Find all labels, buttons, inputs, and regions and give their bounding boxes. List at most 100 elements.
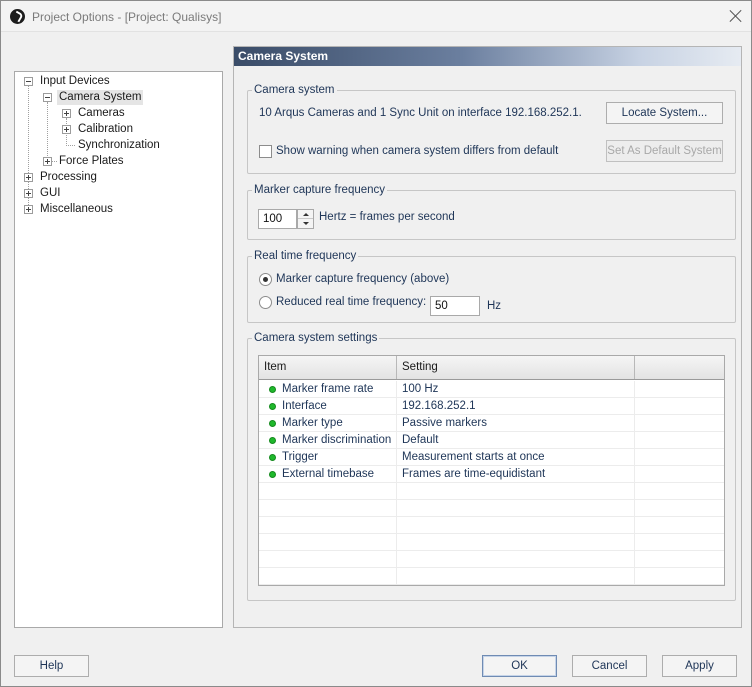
item-label: Marker discrimination (282, 434, 392, 446)
reduced-real-time-frequency-radio-label[interactable]: Reduced real time frequency: (276, 295, 426, 309)
project-options-window: Project Options - [Project: Qualisys] In… (0, 0, 752, 687)
table-row[interactable]: Trigger Measurement starts at once (259, 449, 724, 466)
item-label: Trigger (282, 451, 318, 463)
column-header-empty[interactable] (635, 356, 724, 379)
table-row[interactable]: Interface 192.168.252.1 (259, 398, 724, 415)
expand-icon[interactable] (43, 157, 52, 166)
reduced-frequency-unit: Hz (487, 300, 502, 312)
real-time-frequency-title: Real time frequency (252, 250, 359, 263)
status-ok-icon (269, 471, 276, 478)
expand-icon[interactable] (24, 189, 33, 198)
panel-header: Camera System (234, 47, 741, 66)
cell-extra (635, 398, 724, 415)
cell-setting: 100 Hz (397, 381, 635, 398)
status-ok-icon (269, 437, 276, 444)
table-row[interactable] (259, 500, 724, 517)
locate-system-button[interactable]: Locate System... (606, 102, 723, 124)
table-row[interactable]: Marker type Passive markers (259, 415, 724, 432)
tree-item-synchronization[interactable]: Synchronization (76, 138, 162, 153)
table-row[interactable] (259, 551, 724, 568)
tree-item-label: Cameras (78, 107, 125, 119)
cell-setting (397, 517, 635, 534)
column-header-item[interactable]: Item (259, 356, 397, 379)
collapse-icon[interactable] (43, 93, 52, 102)
cell-item (259, 551, 397, 568)
cell-setting (397, 551, 635, 568)
column-header-setting[interactable]: Setting (397, 356, 635, 379)
camera-system-group-title: Camera system (252, 84, 337, 97)
cell-extra (635, 551, 724, 568)
tree-item-label: Synchronization (78, 139, 160, 151)
show-warning-label[interactable]: Show warning when camera system differs … (276, 144, 558, 158)
cell-item (259, 500, 397, 517)
expand-icon[interactable] (24, 205, 33, 214)
cell-item: Marker frame rate (259, 381, 397, 398)
help-button[interactable]: Help (14, 655, 89, 677)
cell-item (259, 568, 397, 585)
cell-setting (397, 534, 635, 551)
apply-button[interactable]: Apply (662, 655, 737, 677)
table-row[interactable] (259, 483, 724, 500)
expand-icon[interactable] (24, 173, 33, 182)
tree-item-label: Miscellaneous (40, 203, 113, 215)
status-ok-icon (269, 403, 276, 410)
expand-icon[interactable] (62, 109, 71, 118)
marker-capture-frequency-radio-label[interactable]: Marker capture frequency (above) (276, 272, 449, 286)
camera-system-settings-title: Camera system settings (252, 332, 380, 345)
cell-item: External timebase (259, 466, 397, 483)
cell-extra (635, 432, 724, 449)
cell-item (259, 517, 397, 534)
reduced-real-time-frequency-radio[interactable] (259, 296, 272, 309)
expand-icon[interactable] (62, 125, 71, 134)
show-warning-checkbox[interactable] (259, 145, 272, 158)
cell-extra (635, 534, 724, 551)
options-tree[interactable]: Input Devices Camera System Cameras Cali… (14, 71, 223, 628)
table-row[interactable] (259, 568, 724, 585)
tree-item-label: Calibration (78, 123, 133, 135)
cell-extra (635, 415, 724, 432)
table-row[interactable]: External timebase Frames are time-equidis… (259, 466, 724, 483)
table-row[interactable]: Marker frame rate 100 Hz (259, 381, 724, 398)
camera-system-info: 10 Arqus Cameras and 1 Sync Unit on inte… (259, 107, 582, 119)
cell-extra (635, 449, 724, 466)
table-row[interactable]: Marker discrimination Default (259, 432, 724, 449)
spin-down-icon[interactable] (298, 219, 313, 228)
marker-capture-frequency-input[interactable] (258, 209, 297, 229)
settings-table[interactable]: Item Setting Marker frame rate 100 Hz Inte… (258, 355, 725, 586)
frequency-spinner[interactable] (297, 209, 314, 229)
cell-extra (635, 517, 724, 534)
close-icon[interactable] (728, 8, 744, 24)
status-ok-icon (269, 454, 276, 461)
cell-item: Trigger (259, 449, 397, 466)
cell-item: Marker type (259, 415, 397, 432)
item-label: External timebase (282, 468, 375, 480)
ok-button[interactable]: OK (482, 655, 557, 677)
set-as-default-system-button[interactable]: Set As Default System (606, 140, 723, 162)
table-row[interactable] (259, 534, 724, 551)
spin-up-icon[interactable] (298, 210, 313, 219)
table-row[interactable] (259, 517, 724, 534)
cell-item: Marker discrimination (259, 432, 397, 449)
collapse-icon[interactable] (24, 77, 33, 86)
status-ok-icon (269, 386, 276, 393)
cell-setting: Passive markers (397, 415, 635, 432)
marker-capture-frequency-radio[interactable] (259, 273, 272, 286)
tree-item-label: Processing (40, 171, 97, 183)
cell-setting (397, 500, 635, 517)
cell-setting: Measurement starts at once (397, 449, 635, 466)
cell-setting (397, 568, 635, 585)
cell-extra (635, 381, 724, 398)
reduced-frequency-input[interactable] (430, 296, 480, 316)
cell-setting: Default (397, 432, 635, 449)
title-bar: Project Options - [Project: Qualisys] (1, 1, 751, 32)
cell-item: Interface (259, 398, 397, 415)
tree-item-label: Force Plates (59, 155, 124, 167)
item-label: Interface (282, 400, 327, 412)
cell-extra (635, 500, 724, 517)
marker-capture-frequency-title: Marker capture frequency (252, 184, 388, 197)
cancel-button[interactable]: Cancel (572, 655, 647, 677)
cell-extra (635, 466, 724, 483)
cell-extra (635, 568, 724, 585)
tree-connector (66, 145, 75, 146)
qualisys-app-icon (10, 9, 25, 24)
